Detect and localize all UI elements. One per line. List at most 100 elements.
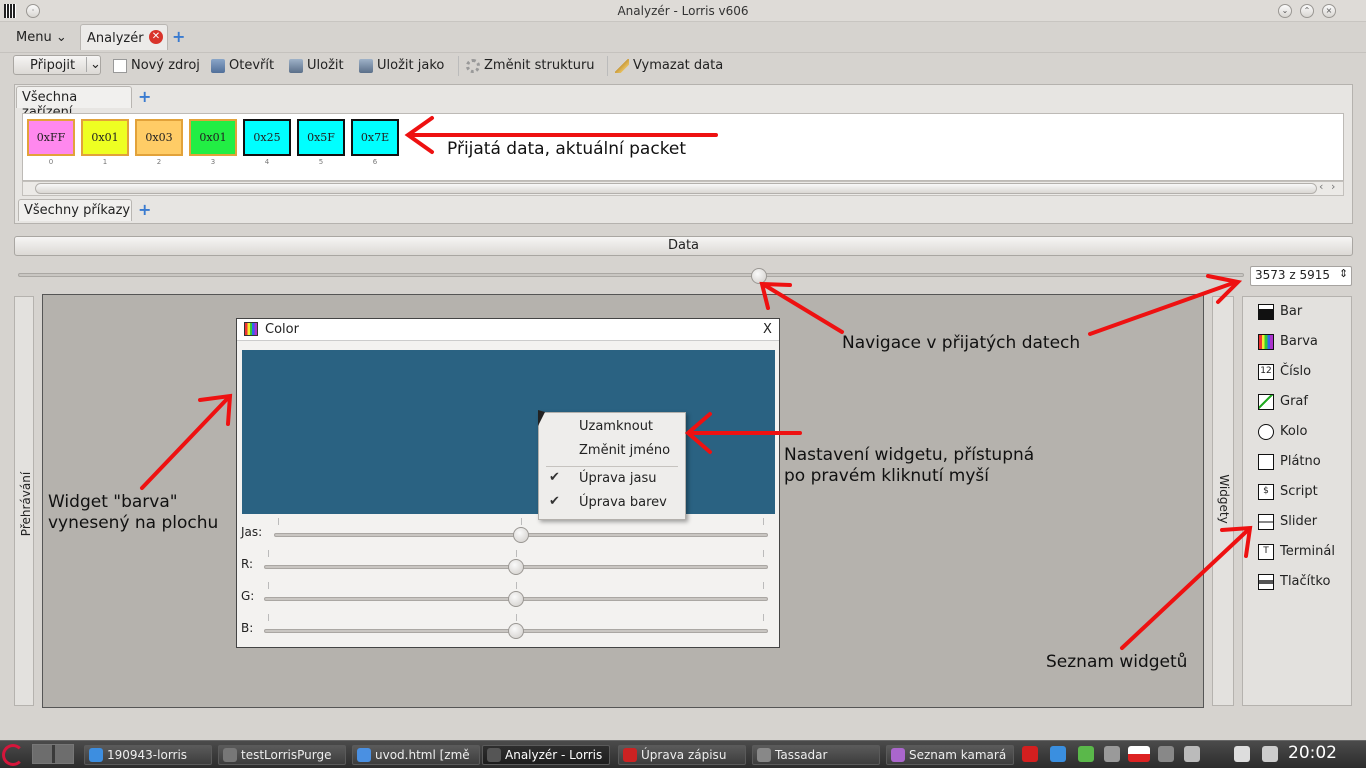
battery-icon[interactable] [1262,746,1278,762]
widget-list-item[interactable]: Slider [1258,512,1317,532]
close-tab-icon[interactable]: ✕ [149,30,163,44]
save-button[interactable]: Uložit [289,56,344,76]
keyboard-layout-icon[interactable] [1128,746,1150,762]
close-window-button[interactable]: × [1322,4,1336,18]
widget-list-item[interactable]: Barva [1258,332,1318,352]
context-menu-item-label: Úprava jasu [579,471,657,486]
context-menu-separator [546,466,678,467]
terminal-icon: T [1258,544,1274,560]
color-slider-handle[interactable] [508,591,524,607]
annotation-settings-line1: Nastavení widgetu, přístupná [784,445,1035,465]
tray-scissors-icon[interactable] [1104,746,1120,762]
taskbar-task[interactable]: testLorrisPurge [218,745,346,765]
taskbar-task[interactable]: Úprava zápisu [618,745,746,765]
taskbar-task[interactable]: 190943-lorris [84,745,212,765]
byte-cell[interactable]: 0xFF [27,119,75,156]
byte-index: 5 [318,158,324,166]
taskbar-task[interactable]: uvod.html [změ [352,745,480,765]
add-device-button[interactable]: + [138,89,151,105]
tray-dropbox-icon[interactable] [1050,746,1066,762]
task-app-icon [757,748,771,762]
byte-cell[interactable]: 0x01 [81,119,129,156]
widget-list-label: Script [1280,484,1318,499]
horizontal-scrollbar[interactable]: ‹ › [22,180,1344,196]
connect-button[interactable]: Připojit ⌄ [13,55,101,75]
color-slider-handle[interactable] [508,559,524,575]
open-button[interactable]: Otevřít [211,56,274,76]
volume-icon[interactable] [1184,746,1200,762]
widget-list-item[interactable]: T Terminál [1258,542,1335,562]
wifi-icon[interactable] [1234,746,1250,762]
widget-list-item[interactable]: $ Script [1258,482,1318,502]
save-as-icon [359,59,373,73]
slider-tick [763,614,764,621]
desktop-pager[interactable] [32,744,74,764]
byte-cell[interactable]: 0x7E [351,119,399,156]
annotation-settings-line2: po pravém kliknutí myší [784,466,989,486]
byte-index: 2 [156,158,162,166]
color-preview [242,350,775,514]
packet-spinbox-value: 3573 z 5915 [1255,268,1331,282]
clear-data-button[interactable]: Vymazat data [615,56,723,76]
scroll-left-icon[interactable]: ‹ [1319,180,1323,193]
change-structure-button[interactable]: Změnit strukturu [466,56,595,76]
color-slider-handle[interactable] [513,527,529,543]
color-widget-title: Color [265,322,299,337]
slider-tick [516,550,517,557]
task-app-icon [223,748,237,762]
data-section-toggle[interactable]: Data [14,236,1353,256]
data-section-label: Data [667,238,700,253]
minimize-button[interactable]: ⌄ [1278,4,1292,18]
widget-list-item[interactable]: Tlačítko [1258,572,1330,592]
byte-cell[interactable]: 0x25 [243,119,291,156]
toolbar-separator [607,56,608,76]
maximize-button[interactable]: ⌃ [1300,4,1314,18]
taskbar-task[interactable]: Seznam kamará [886,745,1014,765]
scroll-right-icon[interactable]: › [1331,180,1335,193]
graph-icon [1258,394,1274,410]
packet-spinbox[interactable]: 3573 z 5915 ⇕ [1250,266,1352,286]
playback-panel-toggle[interactable]: Přehrávání [14,296,34,706]
widget-list-item[interactable]: Graf [1258,392,1308,412]
widget-list-label: Kolo [1280,424,1308,439]
scrollbar-handle[interactable] [35,183,1317,194]
color-widget-titlebar[interactable]: Color X [237,319,779,341]
playback-label: Přehrávání [19,471,33,537]
widget-list-item[interactable]: 12 Číslo [1258,362,1311,382]
start-menu-icon[interactable] [2,744,24,766]
slider-tick [763,582,764,589]
new-source-button[interactable]: Nový zdroj [113,56,200,76]
widget-list-item[interactable]: Kolo [1258,422,1307,442]
annotation-navigation: Navigace v přijatých datech [842,333,1081,353]
byte-cell[interactable]: 0x5F [297,119,345,156]
color-icon [1258,334,1274,350]
task-app-icon [891,748,905,762]
tray-red-icon[interactable] [1022,746,1038,762]
spin-arrows-icon[interactable]: ⇕ [1339,267,1348,280]
slider-tick [516,614,517,621]
taskbar-task[interactable]: Tassadar [752,745,880,765]
close-widget-button[interactable]: X [763,322,772,337]
tray-green-icon[interactable] [1078,746,1094,762]
menu-button[interactable]: Menu ⌄ [16,30,67,45]
color-slider-handle[interactable] [508,623,524,639]
tab-all-commands[interactable]: Všechny příkazy [18,199,132,221]
byte-cell[interactable]: 0x03 [135,119,183,156]
taskbar-task[interactable]: Analyzér - Lorris [482,745,610,765]
clock[interactable]: 20:02 [1288,743,1337,763]
canvas-icon [1258,454,1274,470]
tab-all-devices[interactable]: Všechna zařízení [16,86,132,120]
navigation-slider[interactable] [18,273,1244,277]
add-command-button[interactable]: + [138,202,151,218]
widget-list-item[interactable]: Plátno [1258,452,1321,472]
byte-cell[interactable]: 0x01 [189,119,237,156]
tab-analyzer[interactable]: Analyzér ✕ [80,24,168,50]
save-as-button[interactable]: Uložit jako [359,56,444,76]
widget-list-item[interactable]: Bar [1258,302,1302,322]
slider-label: G: [241,589,255,603]
bluetooth-icon[interactable] [1158,746,1174,762]
navigation-slider-handle[interactable] [750,268,767,284]
add-tab-button[interactable]: + [172,29,185,45]
widgets-panel-toggle[interactable]: Widgety [1212,296,1234,706]
slider-tick [516,582,517,589]
